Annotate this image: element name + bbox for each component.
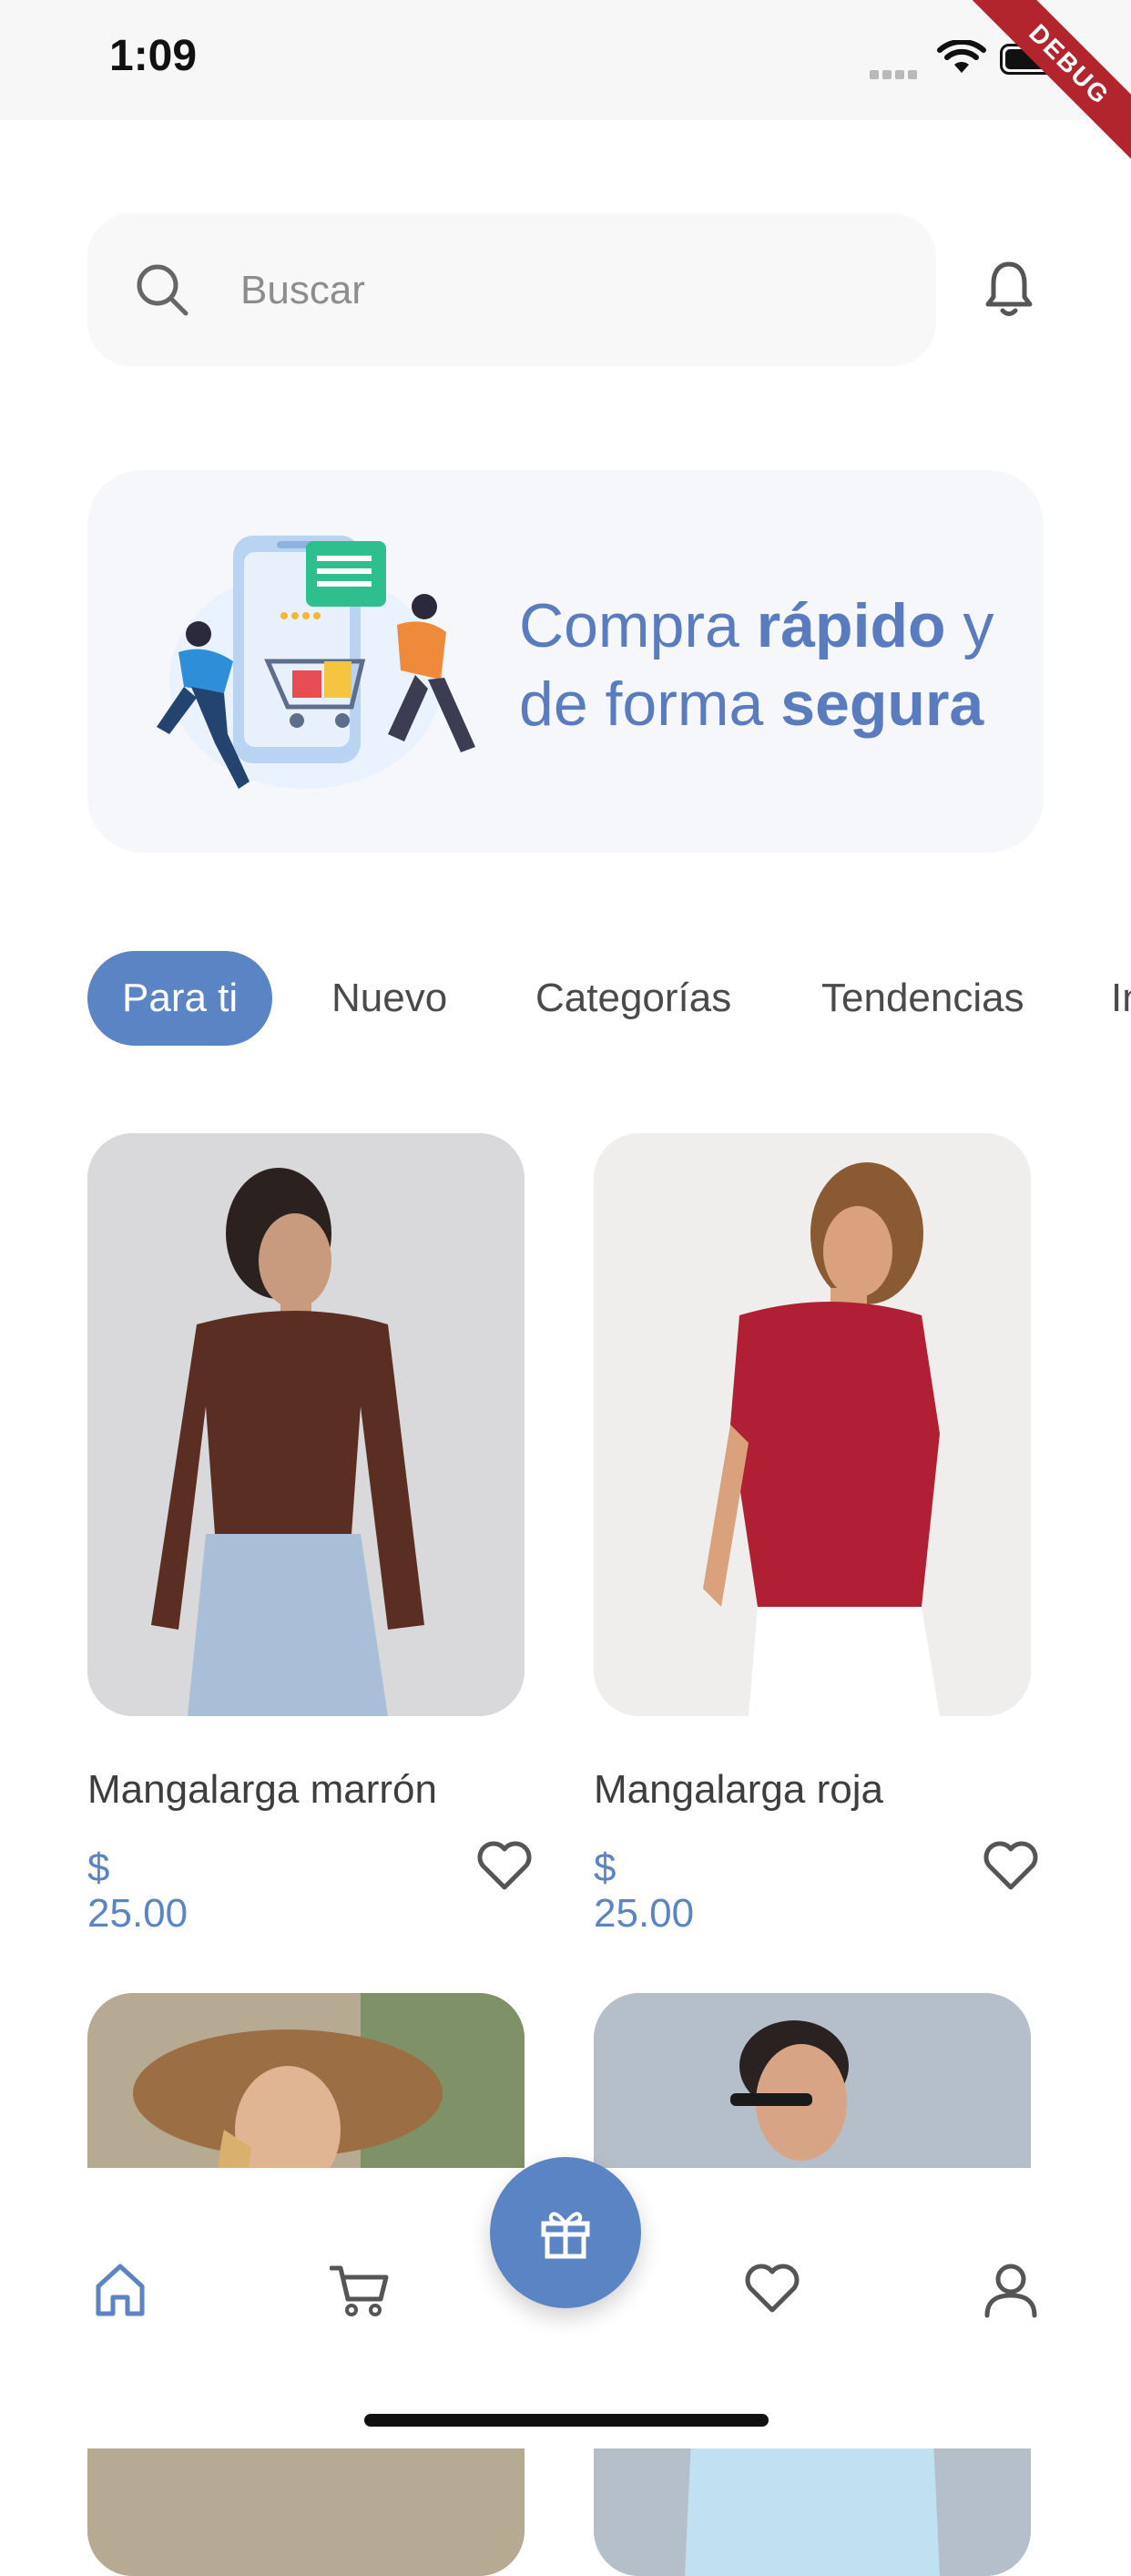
user-icon[interactable] xyxy=(982,2261,1040,2319)
status-time: 1:09 xyxy=(109,32,198,80)
product-price: $ 25.00 xyxy=(87,1845,188,1936)
cart-icon[interactable] xyxy=(330,2261,390,2319)
tab-tendencias[interactable]: Tendencias xyxy=(821,951,1024,1046)
favorites-heart-icon[interactable] xyxy=(743,2261,801,2315)
cellular-signal-icon xyxy=(870,67,921,84)
banner-headline: Compra rápido y de forma segura xyxy=(519,591,994,739)
favorite-heart-icon[interactable] xyxy=(475,1838,534,1893)
notifications-bell-icon[interactable] xyxy=(983,259,1034,319)
tab-in[interactable]: In xyxy=(1111,951,1131,1046)
product-image-mangalarga-roja[interactable] xyxy=(594,1133,1031,1716)
search-icon xyxy=(137,264,188,316)
promo-banner[interactable]: Compra rápido y de forma segura xyxy=(87,470,1044,853)
shopping-illustration xyxy=(157,536,475,789)
gift-button[interactable] xyxy=(490,2157,641,2308)
wifi-icon xyxy=(937,40,986,73)
search-input[interactable] xyxy=(239,255,880,326)
product-name: Mangalarga marrón xyxy=(87,1767,437,1812)
tab-para-ti[interactable]: Para ti xyxy=(87,951,273,1046)
search-bar[interactable] xyxy=(87,213,936,366)
gift-icon xyxy=(541,2212,590,2259)
home-indicator xyxy=(364,2414,769,2427)
tab-categorias[interactable]: Categorías xyxy=(535,951,731,1046)
tab-nuevo[interactable]: Nuevo xyxy=(331,951,447,1046)
product-image-mangalarga-marron[interactable] xyxy=(87,1133,525,1716)
product-price: $ 25.00 xyxy=(594,1845,695,1936)
product-name: Mangalarga roja xyxy=(594,1767,883,1812)
favorite-heart-icon[interactable] xyxy=(982,1838,1040,1893)
home-icon[interactable] xyxy=(91,2261,149,2319)
status-bar: 1:09 xyxy=(0,0,1131,120)
